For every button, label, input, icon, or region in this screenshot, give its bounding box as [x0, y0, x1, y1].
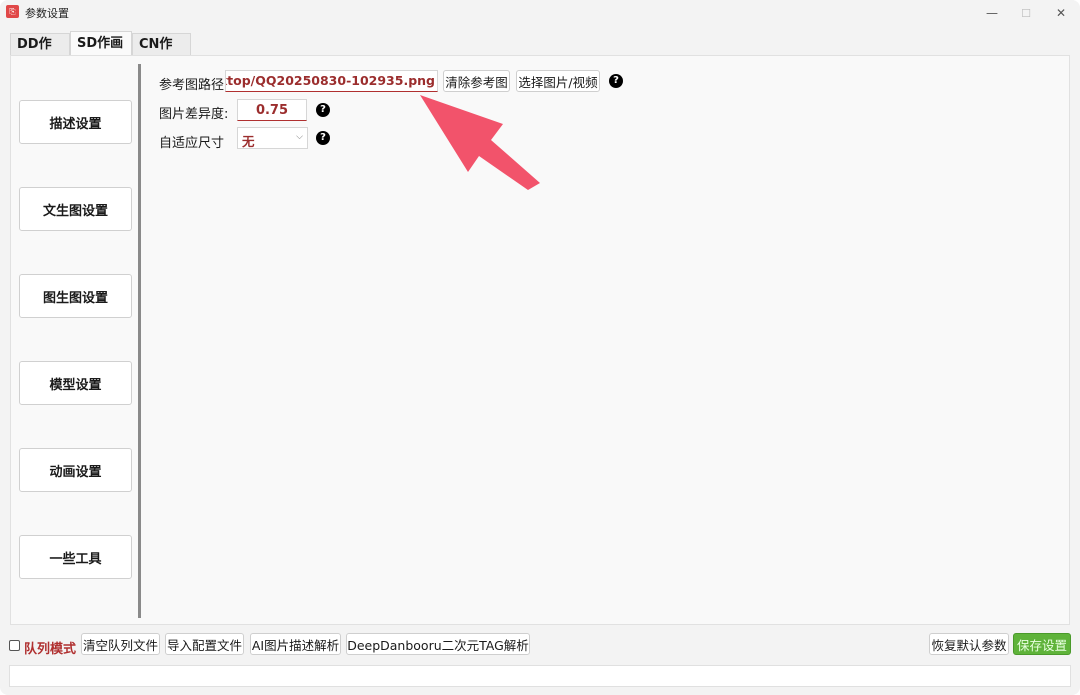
clear-queue-button[interactable]: 清空队列文件	[81, 633, 160, 655]
diff-label: 图片差异度:	[159, 107, 229, 122]
ai-describe-button[interactable]: AI图片描述解析	[250, 633, 341, 655]
minimize-button[interactable]: —	[975, 0, 1009, 26]
help-icon[interactable]: ?	[316, 131, 330, 145]
bottom-toolbar: 队列模式 清空队列文件 导入配置文件 AI图片描述解析 DeepDanbooru…	[0, 628, 1080, 662]
restore-default-button[interactable]: 恢复默认参数	[929, 633, 1009, 655]
deepdanbooru-button[interactable]: DeepDanbooru二次元TAG解析	[346, 633, 530, 655]
title-bar: ⎘ 参数设置 — ☐ ✕	[0, 0, 1080, 26]
import-config-button[interactable]: 导入配置文件	[165, 633, 244, 655]
status-bar	[9, 665, 1071, 687]
tab-dd[interactable]: DD作画	[10, 33, 70, 74]
ref-path-label: 参考图路径	[159, 78, 225, 93]
sidebar-item-model[interactable]: 模型设置	[19, 361, 132, 405]
clear-ref-button[interactable]: 清除参考图	[443, 70, 510, 92]
save-settings-button[interactable]: 保存设置	[1013, 633, 1071, 655]
app-icon: ⎘	[6, 5, 19, 18]
sidebar-item-txt2img[interactable]: 文生图设置	[19, 187, 132, 231]
app-window: ⎘ 参数设置 — ☐ ✕ DD作画 SD作画 CN作画 描述设置 文生图设置 图…	[0, 0, 1080, 695]
tab-sd[interactable]: SD作画	[70, 31, 132, 55]
adapt-size-value: 无	[242, 134, 255, 149]
choose-image-button[interactable]: 选择图片/视频	[516, 70, 600, 92]
maximize-button[interactable]: ☐	[1009, 0, 1043, 26]
help-icon[interactable]: ?	[316, 103, 330, 117]
window-title: 参数设置	[25, 7, 69, 20]
ref-path-value: Desktop/QQ20250830-102935.png	[226, 73, 435, 88]
diff-input[interactable]: 0.75	[237, 99, 307, 121]
sidebar-divider	[138, 64, 141, 618]
sidebar-item-tools[interactable]: 一些工具	[19, 535, 132, 579]
adapt-size-select[interactable]: 无 ⌵	[237, 127, 308, 149]
chevron-down-icon: ⌵	[296, 132, 303, 142]
adapt-size-label: 自适应尺寸	[159, 136, 225, 151]
ref-path-input[interactable]: Desktop/QQ20250830-102935.png	[225, 70, 438, 92]
settings-panel: 描述设置 文生图设置 图生图设置 模型设置 动画设置 一些工具 参考图路径 De…	[10, 55, 1070, 625]
queue-mode-label[interactable]: 队列模式	[24, 638, 76, 657]
queue-mode-checkbox[interactable]	[9, 640, 20, 651]
sidebar-item-img2img[interactable]: 图生图设置	[19, 274, 132, 318]
tab-cn[interactable]: CN作画	[132, 33, 191, 74]
help-icon[interactable]: ?	[609, 74, 623, 88]
close-button[interactable]: ✕	[1044, 0, 1078, 26]
sidebar-item-animation[interactable]: 动画设置	[19, 448, 132, 492]
sidebar-item-describe[interactable]: 描述设置	[19, 100, 132, 144]
